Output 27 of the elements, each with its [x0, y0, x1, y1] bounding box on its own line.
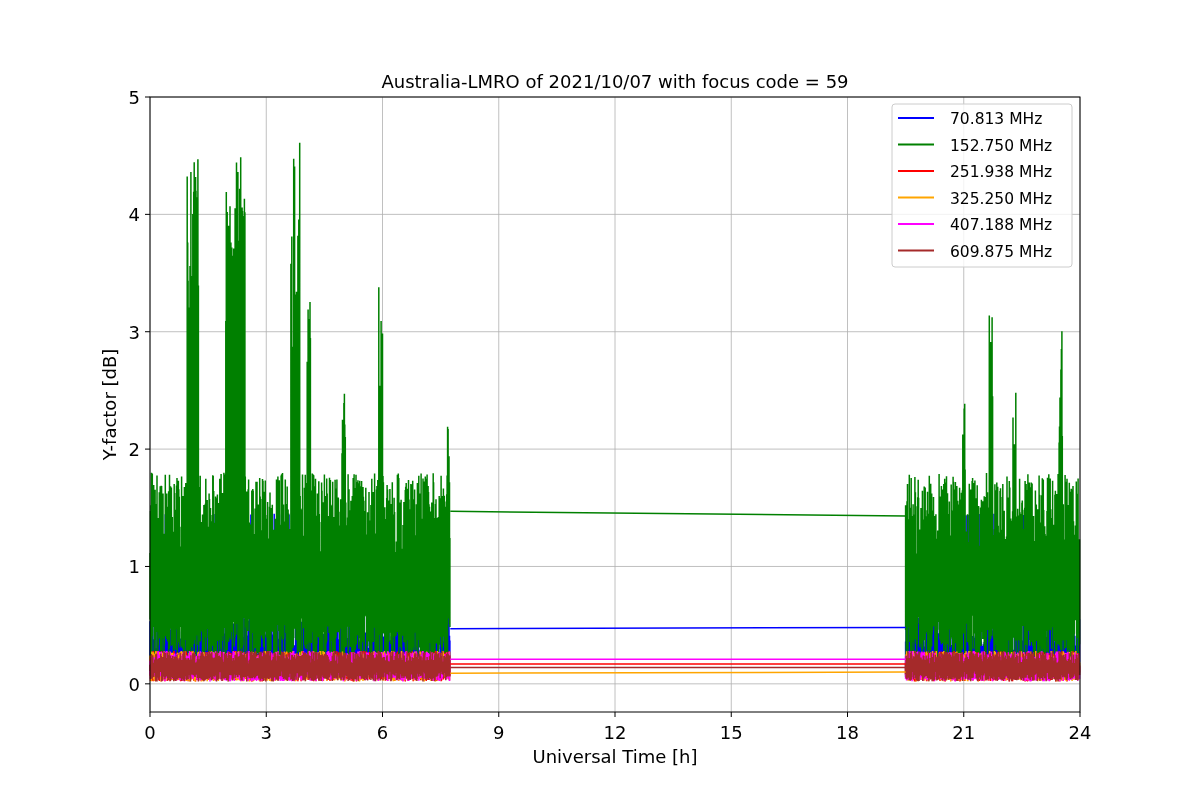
legend-label: 251.938 MHz [950, 163, 1053, 181]
tick-label: 4 [128, 204, 140, 226]
tick-label: 0 [128, 673, 140, 695]
legend-swatch [897, 143, 935, 146]
tick-label: 24 [1068, 722, 1092, 743]
tick-label: 5 [128, 87, 140, 108]
tick-label: 1 [128, 556, 140, 578]
legend-label: 609.875 MHz [950, 242, 1053, 261]
legend-label: 152.750 MHz [950, 136, 1053, 155]
tick-label: 3 [260, 722, 272, 743]
tick-label: 18 [836, 722, 859, 743]
legend-label: 407.188 MHz [950, 216, 1053, 234]
axis-label: Y-factor [dB] [99, 348, 120, 461]
tick-label: 21 [952, 722, 976, 743]
tick-label: 6 [376, 722, 389, 743]
tick-label: 3 [128, 321, 140, 343]
tick-label: 0 [144, 722, 156, 743]
axis-label: Universal Time [h] [532, 746, 698, 767]
tick-label: 2 [128, 439, 140, 461]
tick-label: 15 [719, 722, 743, 743]
legend-label: 70.813 MHz [950, 110, 1043, 128]
tick-label: 9 [493, 722, 505, 743]
legend-swatch [897, 249, 935, 252]
tick-label: 12 [603, 722, 627, 743]
chart-title: Australia-LMRO of 2021/10/07 with focus code = 59 [381, 71, 849, 92]
legend-swatch [897, 196, 935, 199]
legend-label: 325.250 MHz [950, 189, 1053, 208]
